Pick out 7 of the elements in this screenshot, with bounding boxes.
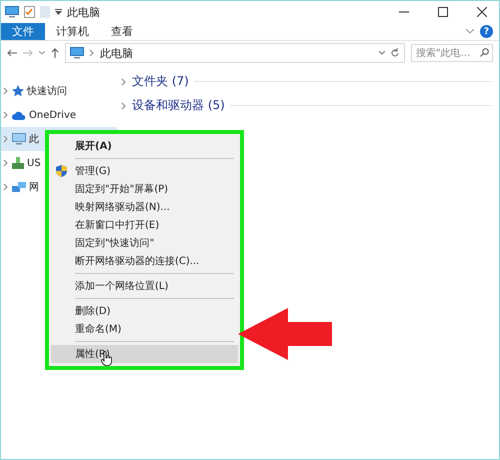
sidebar-label: 此 xyxy=(29,132,39,146)
sidebar-label: US xyxy=(27,158,41,168)
sidebar-label: OneDrive xyxy=(29,110,76,120)
sidebar-label: 快速访问 xyxy=(27,84,67,98)
address-path: 此电脑 xyxy=(100,46,134,60)
sidebar-label: 网 xyxy=(29,181,39,194)
window-title: 此电脑 xyxy=(67,4,101,20)
